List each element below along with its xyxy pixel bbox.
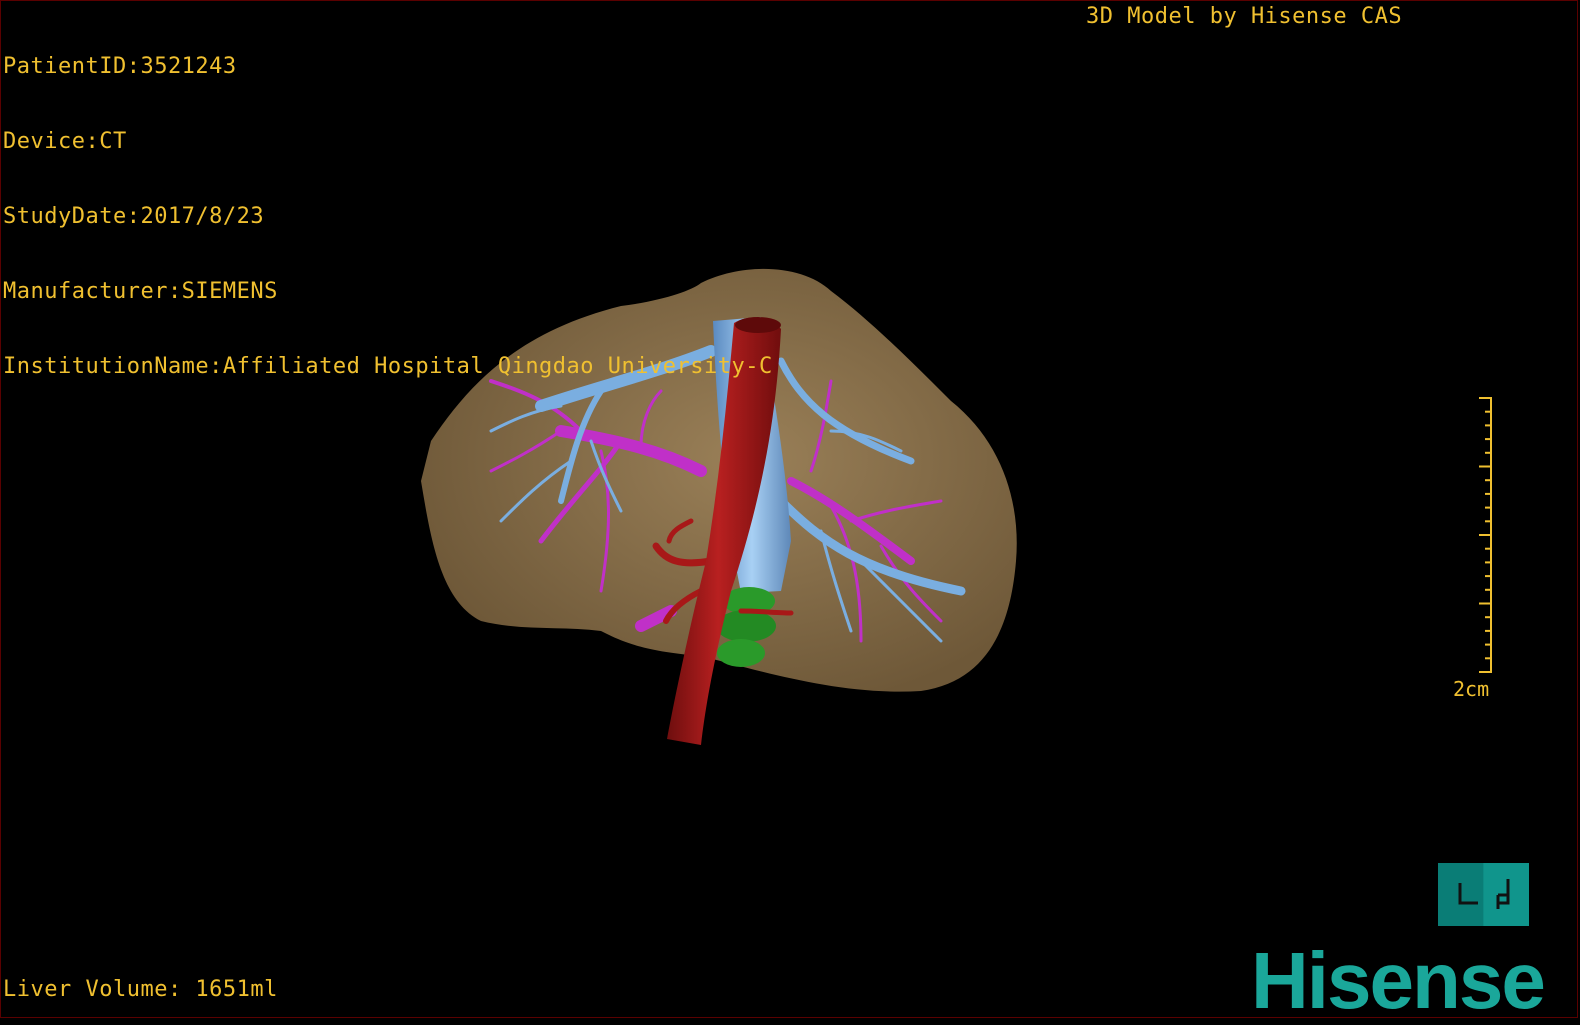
3d-viewport[interactable]: PatientID:3521243 Device:CT StudyDate:20… bbox=[0, 0, 1578, 1025]
device: Device:CT bbox=[3, 129, 127, 154]
patient-id: PatientID:3521243 bbox=[3, 54, 237, 79]
model-credit: 3D Model by Hisense CAS bbox=[1086, 4, 1403, 29]
manufacturer: Manufacturer:SIEMENS bbox=[3, 279, 278, 304]
scale-bar-label: 2cm bbox=[1453, 677, 1490, 701]
orientation-cube[interactable] bbox=[1438, 863, 1529, 926]
liver-volume: Liver Volume: 1651ml bbox=[3, 977, 278, 1002]
scale-bar bbox=[1479, 397, 1492, 673]
patient-info-overlay: PatientID:3521243 Device:CT StudyDate:20… bbox=[3, 4, 773, 429]
orientation-glyphs bbox=[1458, 879, 1510, 909]
institution-name: InstitutionName:Affiliated Hospital Qing… bbox=[3, 354, 773, 379]
study-date: StudyDate:2017/8/23 bbox=[3, 204, 265, 229]
hisense-logo: Hisense bbox=[1251, 936, 1546, 1025]
